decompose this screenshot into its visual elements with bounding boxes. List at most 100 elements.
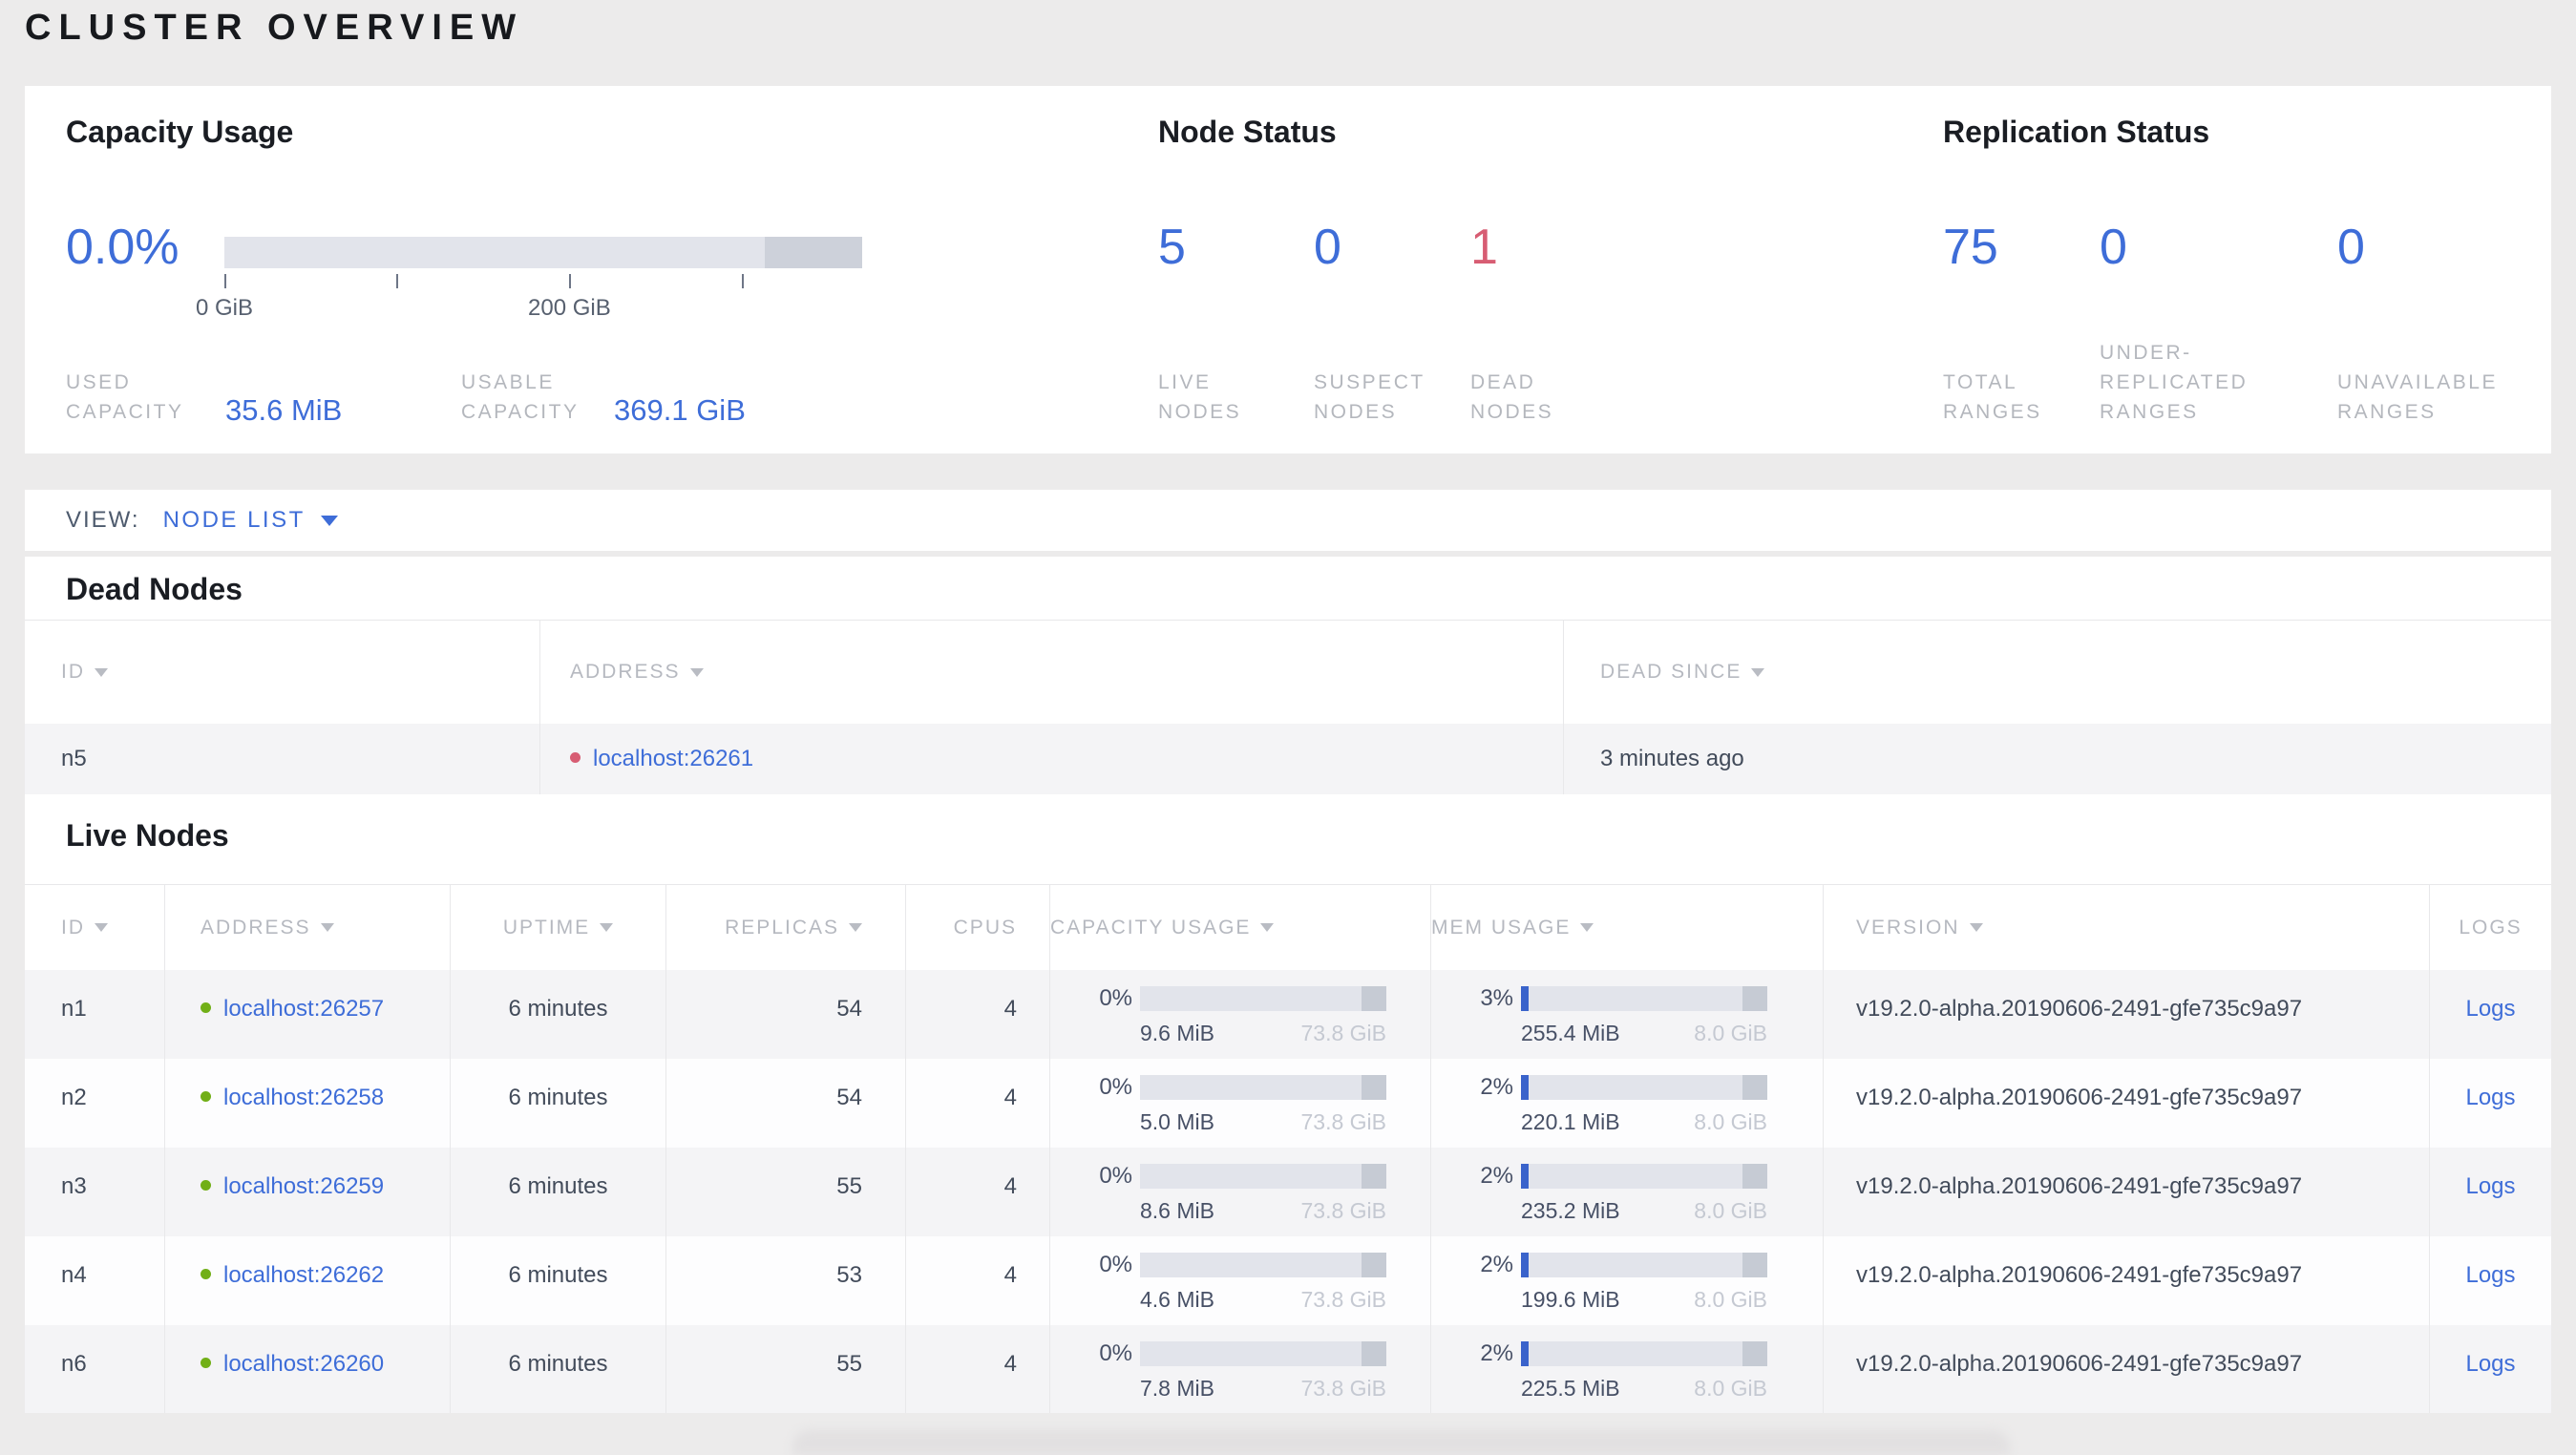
usage-percent: 2%: [1480, 1252, 1513, 1277]
usage-bar-line: 2%: [1431, 1340, 1823, 1367]
column-header-id[interactable]: ID: [25, 885, 165, 970]
live-node-version: v19.2.0-alpha.20190606-2491-gfe735c9a97: [1824, 1059, 2430, 1148]
column-header-capacity-usage[interactable]: CAPACITY USAGE: [1050, 885, 1431, 970]
used-capacity-value: 35.6 MiB: [225, 393, 343, 427]
live-node-address-link[interactable]: localhost:26259: [223, 1173, 384, 1199]
live-node-id: n4: [25, 1236, 165, 1325]
usage-bar-block: 3% 255.4 MiB 8.0 GiB: [1431, 985, 1823, 1046]
live-node-row: n3 localhost:26259 6 minutes 55 4 0% 8.6 MiB 73…: [25, 1148, 2551, 1236]
dead-node-address-link[interactable]: localhost:26261: [593, 746, 753, 772]
usage-bar-block: 2% 199.6 MiB 8.0 GiB: [1431, 1252, 1823, 1313]
usage-bar-block: 2% 235.2 MiB 8.0 GiB: [1431, 1163, 1823, 1224]
live-node-logs-cell: Logs: [2430, 1325, 2551, 1413]
live-node-version: v19.2.0-alpha.20190606-2491-gfe735c9a97: [1824, 970, 2430, 1059]
column-header-uptime[interactable]: UPTIME: [451, 885, 666, 970]
sort-desc-icon: [600, 923, 614, 932]
usage-bar-line: 2%: [1431, 1163, 1823, 1190]
summary-stat: 5 LIVE NODES: [1158, 222, 1314, 427]
usage-used-value: 225.5 MiB: [1521, 1376, 1620, 1401]
usage-bar-reserved-segment: [1742, 1341, 1767, 1366]
live-status-dot-icon: [201, 1002, 211, 1014]
usage-bar-block: 0% 5.0 MiB 73.8 GiB: [1050, 1074, 1430, 1135]
live-node-address-link[interactable]: localhost:26260: [223, 1351, 384, 1377]
logs-link[interactable]: Logs: [2465, 1351, 2515, 1377]
live-node-address-link[interactable]: localhost:26258: [223, 1085, 384, 1110]
column-header-mem-usage[interactable]: MEM USAGE: [1431, 885, 1824, 970]
usage-bar-reserved-segment: [1742, 1164, 1767, 1189]
usage-bar-track: [1140, 1164, 1386, 1189]
column-header-label: CAPACITY USAGE: [1050, 916, 1252, 938]
live-node-replicas: 54: [666, 1059, 906, 1148]
live-node-capacity-usage: 0% 8.6 MiB 73.8 GiB: [1050, 1148, 1431, 1236]
live-node-logs-cell: Logs: [2430, 1059, 2551, 1148]
live-node-id: n1: [25, 970, 165, 1059]
live-node-uptime: 6 minutes: [451, 1059, 666, 1148]
stat-value: 1: [1470, 220, 1498, 275]
column-header-address[interactable]: ADDRESS: [165, 885, 451, 970]
live-node-mem-usage: 2% 235.2 MiB 8.0 GiB: [1431, 1148, 1824, 1236]
view-select-dropdown[interactable]: NODE LIST: [163, 507, 338, 534]
logs-link[interactable]: Logs: [2465, 1262, 2515, 1288]
column-header-replicas[interactable]: REPLICAS: [666, 885, 906, 970]
sort-desc-icon: [689, 667, 704, 677]
usage-total-value: 8.0 GiB: [1694, 1376, 1767, 1401]
dead-node-dead-since: 3 minutes ago: [1600, 746, 1744, 771]
sort-desc-icon: [1580, 923, 1594, 932]
usable-capacity-value: 369.1 GiB: [614, 393, 746, 427]
usage-total-value: 73.8 GiB: [1300, 1287, 1387, 1312]
dead-node-id: n5: [25, 724, 540, 794]
usage-bar-line: 0%: [1050, 1074, 1430, 1101]
live-status-dot-icon: [201, 1091, 211, 1103]
live-node-capacity-usage: 0% 9.6 MiB 73.8 GiB: [1050, 970, 1431, 1059]
usage-bar-track: [1521, 1253, 1767, 1277]
column-header-address[interactable]: ADDRESS: [540, 621, 1564, 724]
usage-total-value: 73.8 GiB: [1300, 1109, 1387, 1134]
stat-value: 0: [1314, 220, 1341, 275]
live-node-capacity-usage: 0% 5.0 MiB 73.8 GiB: [1050, 1059, 1431, 1148]
usage-bar-fill: [1521, 986, 1529, 1011]
summary-stat: 0 UNAVAILABLE RANGES: [2337, 222, 2547, 427]
column-header-version[interactable]: VERSION: [1824, 885, 2430, 970]
usage-percent: 0%: [1099, 1340, 1132, 1366]
used-capacity-label: USED CAPACITY: [66, 371, 184, 423]
live-node-uptime: 6 minutes: [451, 1325, 666, 1413]
usage-used-value: 9.6 MiB: [1140, 1021, 1214, 1045]
usage-values: 199.6 MiB 8.0 GiB: [1521, 1287, 1767, 1313]
dead-node-row: n5 localhost:26261 3 minutes ago: [25, 724, 2551, 794]
usage-bar-track: [1140, 986, 1386, 1011]
usage-total-value: 8.0 GiB: [1694, 1021, 1767, 1045]
logs-link[interactable]: Logs: [2465, 996, 2515, 1022]
usage-values: 255.4 MiB 8.0 GiB: [1521, 1021, 1767, 1046]
replication-status-heading: Replication Status: [1943, 115, 2210, 149]
live-node-address-link[interactable]: localhost:26257: [223, 996, 384, 1022]
usage-total-value: 73.8 GiB: [1300, 1376, 1387, 1401]
live-node-capacity-usage: 0% 4.6 MiB 73.8 GiB: [1050, 1236, 1431, 1325]
live-status-dot-icon: [201, 1180, 211, 1191]
stat-value: 0: [2337, 220, 2365, 275]
live-node-row: n6 localhost:26260 6 minutes 55 4 0% 7.8 MiB 73…: [25, 1325, 2551, 1413]
usage-used-value: 4.6 MiB: [1140, 1287, 1214, 1312]
axis-tick: [741, 274, 744, 288]
live-node-address-link[interactable]: localhost:26262: [223, 1262, 384, 1288]
logs-link[interactable]: Logs: [2465, 1173, 2515, 1199]
usage-bar-block: 2% 220.1 MiB 8.0 GiB: [1431, 1074, 1823, 1135]
logs-link[interactable]: Logs: [2465, 1085, 2515, 1110]
usage-bar-track: [1521, 1075, 1767, 1100]
usage-bar-reserved-segment: [1742, 1075, 1767, 1100]
live-node-row: n4 localhost:26262 6 minutes 53 4 0% 4.6 MiB 73…: [25, 1236, 2551, 1325]
usage-bar-block: 0% 9.6 MiB 73.8 GiB: [1050, 985, 1430, 1046]
usage-total-value: 8.0 GiB: [1694, 1287, 1767, 1312]
stat-label: UNDER- REPLICATED RANGES: [2100, 342, 2249, 423]
sort-desc-icon: [1260, 923, 1275, 932]
usage-values: 7.8 MiB 73.8 GiB: [1140, 1376, 1386, 1402]
usage-used-value: 199.6 MiB: [1521, 1287, 1620, 1312]
usage-bar-track: [1140, 1253, 1386, 1277]
capacity-usage-heading: Capacity Usage: [66, 115, 294, 149]
capacity-stats-row: USED CAPACITY 35.6 MiB USABLE CAPACITY 3…: [66, 368, 1158, 427]
dead-nodes-table: ID ADDRESS DEAD SINCE n5 localhost:26261 3 mi…: [25, 620, 2551, 794]
column-header-dead-since[interactable]: DEAD SINCE: [1564, 621, 2551, 724]
column-header-id[interactable]: ID: [25, 621, 540, 724]
live-node-address-cell: localhost:26260: [165, 1325, 451, 1413]
live-node-address-cell: localhost:26262: [165, 1236, 451, 1325]
usage-percent: 0%: [1099, 1252, 1132, 1277]
